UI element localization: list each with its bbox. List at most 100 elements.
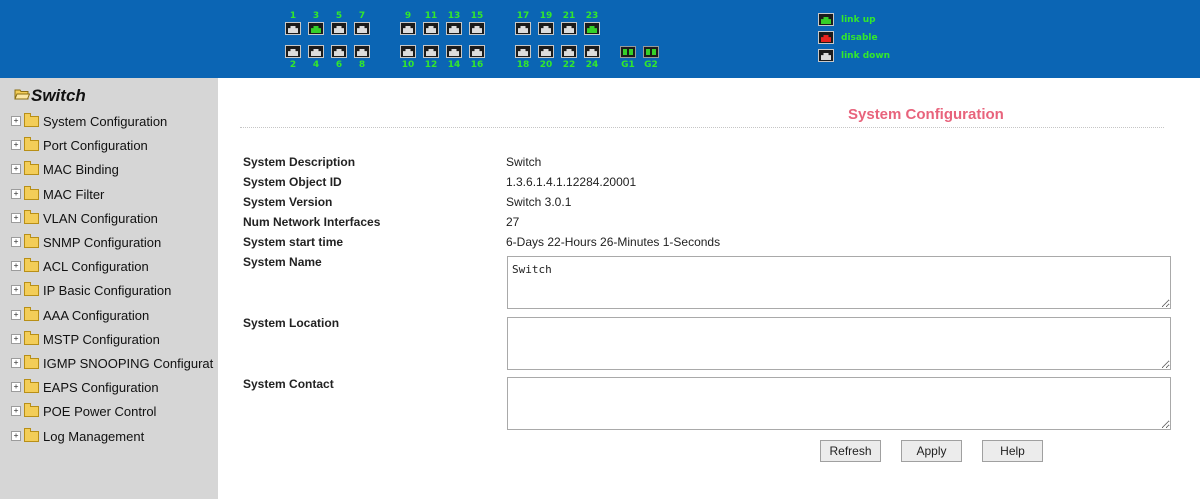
port-9-icon[interactable] — [400, 22, 416, 35]
sidebar-item-label: MSTP Configuration — [43, 331, 160, 347]
start-time-label: System start time — [243, 235, 344, 249]
system-description-value: Switch — [506, 155, 542, 169]
port-21-icon[interactable] — [561, 22, 577, 35]
port-8-icon[interactable] — [354, 45, 370, 58]
system-description-label: System Description — [243, 155, 356, 169]
port-3-icon[interactable] — [308, 22, 324, 35]
sidebar-item-label: ACL Configuration — [43, 259, 149, 275]
port-1-icon[interactable] — [285, 22, 301, 35]
sidebar-item[interactable]: + AAA Configuration — [11, 305, 149, 327]
port-number-label: 8 — [358, 60, 366, 70]
page-title: System Configuration — [848, 106, 1004, 123]
expand-icon[interactable]: + — [11, 333, 21, 344]
expand-icon[interactable]: + — [11, 188, 21, 199]
system-object-id-label: System Object ID — [243, 175, 342, 189]
port-11-icon[interactable] — [423, 22, 439, 35]
refresh-button[interactable]: Refresh — [820, 440, 881, 462]
port-number-label: 23 — [585, 11, 599, 21]
legend-link-up-label: link up — [841, 15, 876, 25]
port-6-icon[interactable] — [331, 45, 347, 58]
expand-icon[interactable]: + — [11, 212, 21, 223]
port-number-label: 14 — [447, 60, 461, 70]
expand-icon[interactable]: + — [11, 358, 21, 368]
system-object-id-value: 1.3.6.1.4.1.12284.20001 — [506, 175, 637, 189]
port-number-label: 2 — [289, 60, 297, 70]
port-number-label: 11 — [424, 11, 438, 21]
expand-icon[interactable]: + — [11, 261, 21, 272]
expand-icon[interactable]: + — [11, 140, 21, 151]
sidebar-item-label: Log Management — [43, 428, 145, 444]
expand-icon[interactable]: + — [11, 382, 21, 393]
system-version-value: Switch 3.0.1 — [506, 195, 572, 209]
legend-link-up-icon — [818, 13, 834, 26]
port-number-label: 9 — [404, 11, 412, 21]
system-location-label: System Location — [243, 316, 340, 330]
expand-icon[interactable]: + — [11, 116, 21, 126]
port-10-icon[interactable] — [400, 45, 416, 58]
system-location-field[interactable] — [507, 317, 1171, 370]
sidebar-item[interactable]: + VLAN Configuration — [11, 208, 158, 230]
expand-icon[interactable]: + — [11, 164, 21, 175]
port-18-icon[interactable] — [515, 45, 531, 58]
legend-disable-icon — [818, 31, 834, 44]
port-7-icon[interactable] — [354, 22, 370, 35]
sidebar-item[interactable]: + SNMP Configuration — [11, 232, 161, 254]
gigabit-port-label: G1 — [621, 60, 635, 70]
port-20-icon[interactable] — [538, 45, 554, 58]
sidebar-item[interactable]: + ACL Configuration — [11, 256, 149, 278]
port-16-icon[interactable] — [469, 45, 485, 58]
expand-icon[interactable]: + — [11, 430, 21, 441]
expand-icon[interactable]: + — [11, 309, 21, 320]
system-name-label: System Name — [243, 255, 322, 269]
sidebar-item[interactable]: + POE Power Control — [11, 401, 156, 423]
sidebar-item-label: Port Configuration — [43, 138, 148, 154]
port-23-icon[interactable] — [584, 22, 600, 35]
sidebar-item[interactable]: + MSTP Configuration — [11, 329, 160, 351]
port-status-bar: 1 2 3 4 5 6 7 8 9 10 11 12 13 14 15 16 17 18 19 20 21 22 23 24 G… — [0, 0, 1200, 78]
system-contact-label: System Contact — [243, 377, 334, 391]
num-interfaces-value: 27 — [506, 215, 520, 229]
sidebar-item[interactable]: + MAC Binding — [11, 159, 119, 181]
port-number-label: 5 — [335, 11, 343, 21]
apply-button[interactable]: Apply — [901, 440, 962, 462]
sidebar-item[interactable]: + System Configuration — [11, 111, 167, 133]
gigabit-port-G2-icon[interactable] — [643, 46, 659, 58]
port-22-icon[interactable] — [561, 45, 577, 58]
system-version-label: System Version — [243, 195, 333, 209]
sidebar-item[interactable]: + Port Configuration — [11, 135, 148, 157]
system-contact-field[interactable] — [507, 377, 1171, 430]
port-13-icon[interactable] — [446, 22, 462, 35]
port-19-icon[interactable] — [538, 22, 554, 35]
folder-icon — [24, 355, 39, 369]
sidebar-item[interactable]: + IGMP SNOOPING Configurat — [11, 353, 213, 375]
legend-disable-label: disable — [841, 33, 878, 43]
sidebar-tree: Switch + System Configuration + Port Config… — [0, 78, 218, 499]
port-number-label: 17 — [516, 11, 530, 21]
port-5-icon[interactable] — [331, 22, 347, 35]
expand-icon[interactable]: + — [11, 285, 21, 296]
gigabit-port-G1-icon[interactable] — [620, 46, 636, 58]
port-2-icon[interactable] — [285, 45, 301, 58]
folder-icon — [24, 427, 39, 442]
expand-icon[interactable]: + — [11, 237, 21, 247]
port-4-icon[interactable] — [308, 45, 324, 58]
folder-icon — [24, 306, 39, 321]
help-button[interactable]: Help — [982, 440, 1043, 462]
expand-icon[interactable]: + — [11, 406, 21, 417]
sidebar-item[interactable]: + Log Management — [11, 426, 144, 448]
tree-root[interactable]: Switch — [14, 86, 86, 106]
port-12-icon[interactable] — [423, 45, 439, 58]
port-15-icon[interactable] — [469, 22, 485, 35]
port-17-icon[interactable] — [515, 22, 531, 35]
port-24-icon[interactable] — [584, 45, 600, 58]
sidebar-item[interactable]: + IP Basic Configuration — [11, 280, 171, 302]
folder-icon — [24, 113, 39, 127]
sidebar-item-label: EAPS Configuration — [43, 380, 159, 396]
port-number-label: 20 — [539, 60, 553, 70]
sidebar-item[interactable]: + MAC Filter — [11, 184, 104, 206]
legend-link-down-icon — [818, 49, 834, 62]
port-14-icon[interactable] — [446, 45, 462, 58]
sidebar-item[interactable]: + EAPS Configuration — [11, 377, 159, 399]
sidebar-item-label: MAC Filter — [43, 186, 105, 202]
system-name-field[interactable] — [507, 256, 1171, 309]
